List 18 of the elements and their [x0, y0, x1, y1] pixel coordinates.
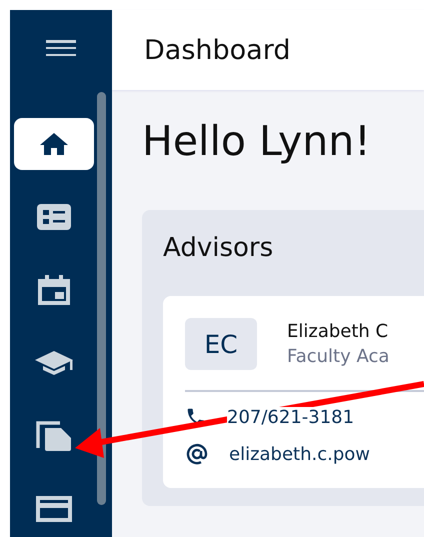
- sidebar-item[interactable]: [14, 118, 94, 170]
- panel-title: Advisors: [163, 232, 274, 264]
- page-title: Dashboard: [144, 34, 290, 66]
- credit-card-icon: [35, 495, 73, 523]
- scrollbar[interactable]: [97, 92, 106, 505]
- calendar-icon: [37, 275, 71, 305]
- documents-icon: [36, 420, 72, 452]
- initials-avatar: EC: [185, 318, 257, 370]
- phone-number: 207/621-3181: [227, 406, 354, 428]
- graduation-cap-icon: [34, 350, 74, 376]
- at-sign-icon: [185, 442, 209, 466]
- email-address: elizabeth.c.pow: [229, 444, 370, 464]
- list-icon: [37, 204, 71, 230]
- home-icon: [39, 132, 69, 156]
- menu-icon[interactable]: [46, 40, 76, 56]
- advisor-name: Elizabeth C: [287, 321, 390, 342]
- greeting: Hello Lynn!: [142, 116, 372, 167]
- advisor-role: Faculty Aca: [287, 346, 390, 367]
